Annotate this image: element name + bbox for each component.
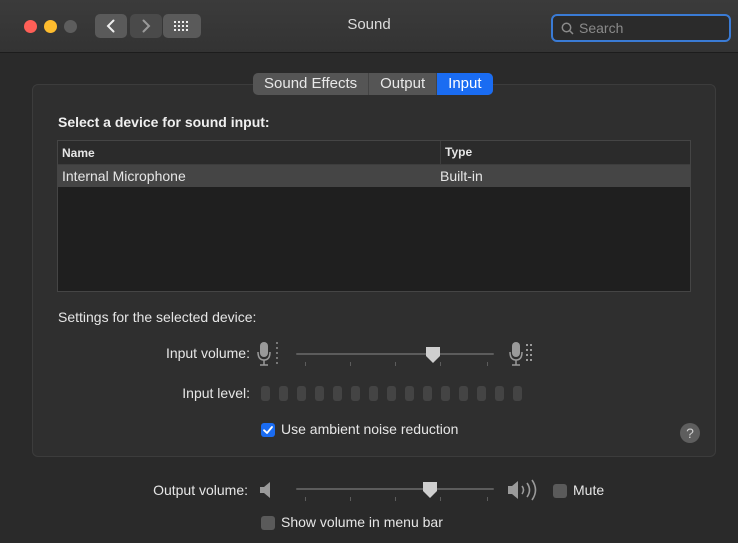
slider-tick xyxy=(395,362,396,366)
column-header-name[interactable]: Name xyxy=(62,146,95,160)
level-segment xyxy=(333,386,342,401)
level-segment xyxy=(279,386,288,401)
device-type: Built-in xyxy=(440,168,483,184)
slider-tick xyxy=(395,497,396,501)
speaker-high-icon xyxy=(508,479,537,501)
mute-label[interactable]: Mute xyxy=(573,482,604,498)
settings-heading: Settings for the selected device: xyxy=(58,309,257,325)
slider-tick xyxy=(350,362,351,366)
search-placeholder: Search xyxy=(579,20,624,36)
slider-tick xyxy=(305,362,306,366)
level-segment xyxy=(315,386,324,401)
level-segment xyxy=(261,386,270,401)
level-segment xyxy=(423,386,432,401)
show-volume-menu-bar-checkbox[interactable] xyxy=(261,516,275,530)
level-segment xyxy=(513,386,522,401)
microphone-low-icon xyxy=(257,342,278,366)
noise-reduction-checkbox[interactable] xyxy=(261,423,275,437)
checkmark-icon xyxy=(263,426,273,434)
level-segment xyxy=(477,386,486,401)
slider-tick xyxy=(487,497,488,501)
slider-tick xyxy=(305,497,306,501)
output-volume-track[interactable] xyxy=(296,488,494,490)
level-segment xyxy=(351,386,360,401)
search-icon xyxy=(561,22,574,35)
slider-tick xyxy=(440,497,441,501)
show-volume-menu-bar-label[interactable]: Show volume in menu bar xyxy=(281,514,443,530)
title-bar: Sound Search xyxy=(0,0,738,53)
segmented-tabs: Sound Effects Output Input xyxy=(253,73,493,95)
level-segment xyxy=(297,386,306,401)
tab-output[interactable]: Output xyxy=(369,73,438,95)
speaker-low-icon xyxy=(260,482,270,498)
slider-tick xyxy=(350,497,351,501)
noise-reduction-label[interactable]: Use ambient noise reduction xyxy=(281,421,458,437)
slider-tick xyxy=(487,362,488,366)
input-level-meter xyxy=(261,386,522,401)
device-name: Internal Microphone xyxy=(62,168,186,184)
device-select-heading: Select a device for sound input: xyxy=(58,114,270,130)
input-volume-track[interactable] xyxy=(296,353,494,355)
output-volume-label: Output volume: xyxy=(153,482,248,498)
level-segment xyxy=(387,386,396,401)
device-table[interactable]: Name Type Internal Microphone Built-in xyxy=(57,140,691,292)
input-level-label: Input level: xyxy=(182,385,250,401)
level-segment xyxy=(405,386,414,401)
column-header-type[interactable]: Type xyxy=(440,141,472,164)
help-button[interactable]: ? xyxy=(680,423,700,443)
microphone-high-icon xyxy=(509,342,532,366)
level-segment xyxy=(369,386,378,401)
level-segment xyxy=(459,386,468,401)
tab-sound-effects[interactable]: Sound Effects xyxy=(253,73,370,95)
level-segment xyxy=(495,386,504,401)
input-volume-label: Input volume: xyxy=(165,345,250,361)
level-segment xyxy=(441,386,450,401)
mute-checkbox[interactable] xyxy=(553,484,567,498)
output-volume-knob[interactable] xyxy=(422,481,438,499)
search-field[interactable]: Search xyxy=(551,14,731,42)
table-row[interactable]: Internal Microphone Built-in xyxy=(58,165,690,187)
input-volume-knob[interactable] xyxy=(425,346,441,364)
table-header: Name Type xyxy=(58,141,690,165)
tab-input[interactable]: Input xyxy=(437,73,493,95)
